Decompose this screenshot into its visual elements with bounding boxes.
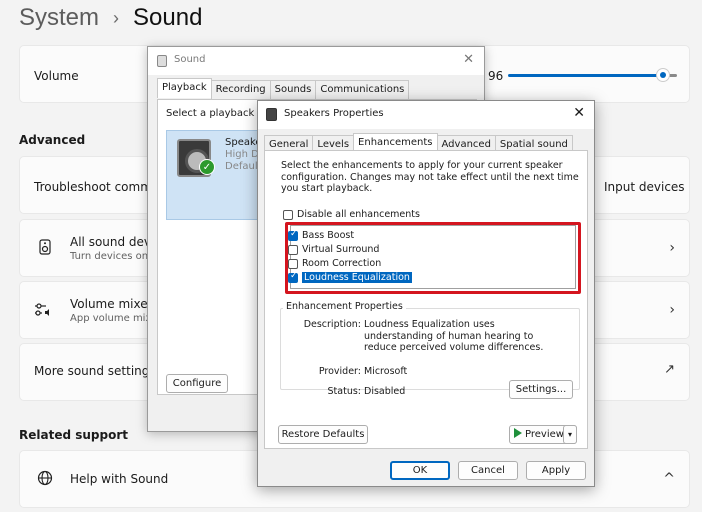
provider-key: Provider: [318, 366, 361, 377]
breadcrumb: System › Sound [19, 4, 202, 32]
volume-slider-fill[interactable] [508, 74, 663, 77]
mixer-title: Volume mixer [70, 297, 153, 311]
sound-tabs: Playback Recording Sounds Communications [157, 78, 410, 100]
checkbox-box[interactable] [288, 229, 298, 241]
disable-all-label: Disable all enhancements [297, 209, 420, 220]
bass-boost-label: Bass Boost [302, 230, 355, 241]
close-icon[interactable]: ✕ [463, 52, 474, 67]
sound-dialog-titlebar[interactable]: Sound ✕ [148, 47, 484, 75]
checkbox-box[interactable] [288, 271, 298, 283]
speakers-properties-dialog: Speakers Properties ✕ General Levels Enh… [257, 100, 595, 487]
volume-label: Volume [34, 69, 79, 83]
preview-label: Preview [525, 429, 564, 440]
cancel-button[interactable]: Cancel [458, 461, 518, 480]
more-sound-settings-label: More sound settings [34, 364, 156, 378]
mixer-icon [34, 301, 52, 319]
virtual-surround-checkbox[interactable]: Virtual Surround [288, 244, 379, 255]
breadcrumb-system[interactable]: System [19, 4, 99, 32]
enhancements-intro: Select the enhancements to apply for you… [281, 160, 579, 194]
page-title: Sound [133, 4, 203, 31]
chevron-right-icon: › [669, 240, 675, 256]
checkbox-box[interactable] [283, 209, 293, 220]
status-value: Disabled [364, 386, 406, 397]
loudness-equalization-checkbox[interactable]: Loudness Equalization [288, 271, 412, 283]
disable-all-checkbox[interactable]: Disable all enhancements [283, 209, 420, 220]
all-devices-subtitle: Turn devices on/ [70, 251, 152, 262]
volume-value: 96 [488, 69, 504, 83]
breadcrumb-separator-icon: › [113, 7, 120, 28]
description-key: Description: [303, 319, 361, 330]
bass-boost-checkbox[interactable]: Bass Boost [288, 229, 355, 241]
restore-defaults-button[interactable]: Restore Defaults [278, 425, 368, 444]
apply-button[interactable]: Apply [526, 461, 586, 480]
ok-button[interactable]: OK [390, 461, 450, 480]
chevron-right-icon: › [669, 302, 675, 318]
tab-recording[interactable]: Recording [210, 80, 271, 100]
tab-playback[interactable]: Playback [157, 78, 212, 98]
volume-slider-thumb[interactable] [656, 68, 670, 82]
properties-titlebar[interactable]: Speakers Properties ✕ [258, 101, 594, 129]
advanced-heading: Advanced [19, 133, 86, 147]
configure-button[interactable]: Configure [166, 374, 228, 393]
enhancement-properties-label: Enhancement Properties [283, 301, 406, 312]
checkbox-box[interactable] [288, 258, 298, 269]
room-correction-checkbox[interactable]: Room Correction [288, 258, 381, 269]
sound-dialog-title: Sound [174, 54, 206, 65]
checkbox-box[interactable] [288, 244, 298, 255]
troubleshoot-label: Troubleshoot commo [34, 180, 160, 194]
external-link-icon: ↗ [664, 362, 675, 377]
default-check-icon: ✓ [199, 159, 215, 175]
loudness-equalization-label: Loudness Equalization [302, 272, 412, 283]
settings-button[interactable]: Settings... [509, 380, 573, 399]
chevron-up-icon[interactable]: ^ [663, 471, 675, 487]
sound-app-icon [157, 55, 167, 67]
help-with-sound-label: Help with Sound [70, 472, 169, 486]
preview-dropdown-icon[interactable]: ▾ [563, 425, 577, 444]
mixer-subtitle: App volume mix, [70, 313, 155, 324]
speaker-device-icon [36, 239, 54, 257]
speaker-app-icon [266, 108, 277, 121]
properties-title: Speakers Properties [284, 108, 384, 119]
status-key: Status: [327, 386, 361, 397]
close-icon[interactable]: ✕ [573, 105, 585, 121]
globe-icon [36, 470, 54, 488]
provider-value: Microsoft [364, 366, 408, 377]
virtual-surround-label: Virtual Surround [302, 244, 380, 255]
tab-sounds[interactable]: Sounds [269, 80, 317, 100]
enhancements-panel: Select the enhancements to apply for you… [264, 150, 588, 449]
description-value: Loudness Equalization uses understanding… [364, 319, 544, 353]
play-icon [514, 428, 522, 438]
room-correction-label: Room Correction [302, 258, 382, 269]
input-devices-link[interactable]: Input devices [604, 180, 685, 194]
tab-communications[interactable]: Communications [315, 80, 410, 100]
related-support-heading: Related support [19, 428, 128, 442]
